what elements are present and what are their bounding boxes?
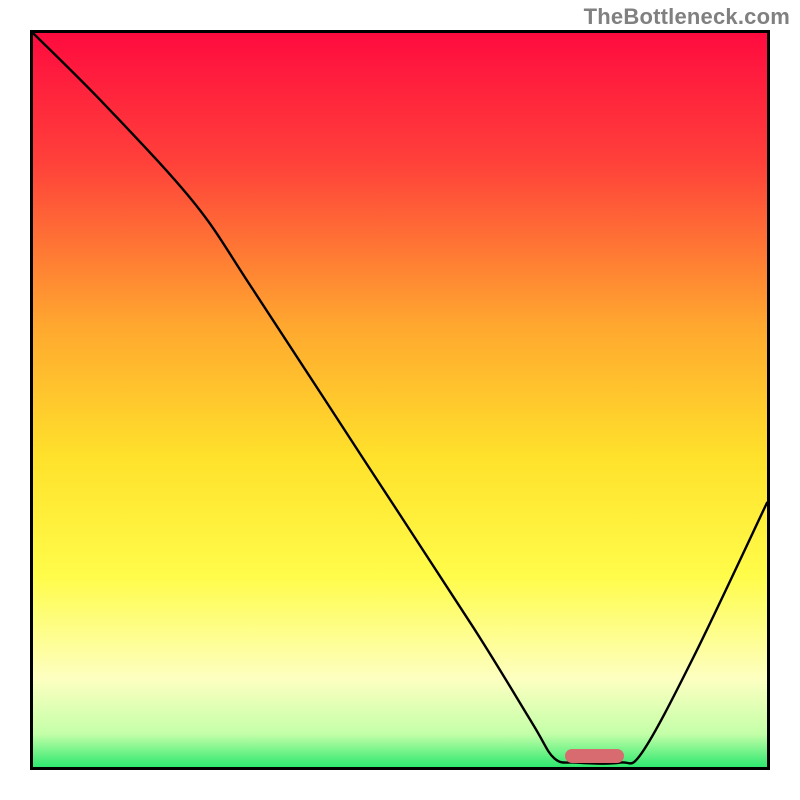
optimal-range-marker	[565, 749, 624, 764]
watermark-text: TheBottleneck.com	[584, 4, 790, 30]
plot-frame	[30, 30, 770, 770]
chart-svg	[33, 33, 767, 767]
chart-background	[33, 33, 767, 767]
